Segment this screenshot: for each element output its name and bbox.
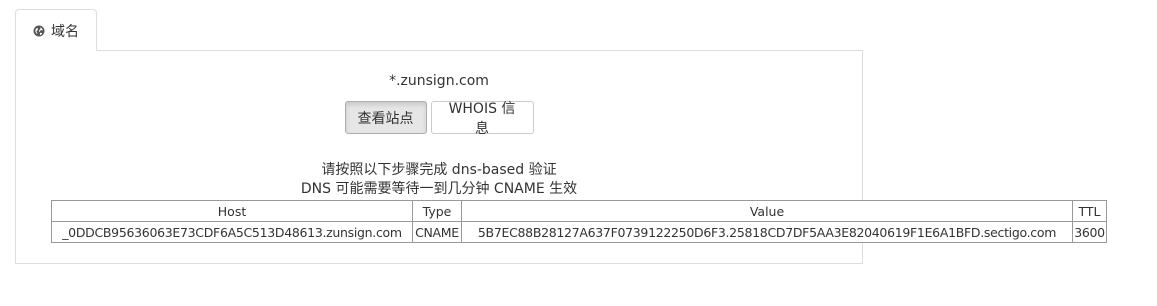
cell-type: CNAME bbox=[412, 221, 462, 243]
button-group: 查看站点 WHOIS 信息 bbox=[15, 101, 863, 137]
dns-record-table: Host Type Value TTL _0DDCB95636063E73CDF… bbox=[51, 200, 1107, 243]
header-type: Type bbox=[412, 200, 462, 222]
cell-value: 5B7EC88B28127A637F0739122250D6F3.25818CD… bbox=[461, 221, 1073, 243]
header-ttl: TTL bbox=[1072, 200, 1107, 222]
instruction-line-2: DNS 可能需要等待一到几分钟 CNAME 生效 bbox=[300, 181, 578, 197]
tab-label: 域名 bbox=[51, 23, 79, 40]
table-row: _0DDCB95636063E73CDF6A5C513D48613.zunsig… bbox=[51, 221, 1107, 243]
tab-domain[interactable]: 域名 bbox=[15, 9, 97, 51]
table-header-row: Host Type Value TTL bbox=[51, 200, 1107, 222]
header-host: Host bbox=[51, 200, 413, 222]
globe-icon bbox=[33, 25, 45, 36]
view-site-button[interactable]: 查看站点 bbox=[344, 101, 427, 134]
cell-ttl: 3600 bbox=[1072, 221, 1107, 243]
whois-button[interactable]: WHOIS 信息 bbox=[430, 101, 534, 137]
cell-host: _0DDCB95636063E73CDF6A5C513D48613.zunsig… bbox=[51, 221, 413, 243]
header-value: Value bbox=[461, 200, 1073, 222]
instruction-line-1: 请按照以下步骤完成 dns-based 验证 bbox=[321, 162, 557, 178]
domain-name: *.zunsign.com bbox=[389, 73, 489, 89]
page: 域名 *.zunsign.com 查看站点 WHOIS 信息 请按照以下步骤完成… bbox=[0, 0, 1157, 306]
